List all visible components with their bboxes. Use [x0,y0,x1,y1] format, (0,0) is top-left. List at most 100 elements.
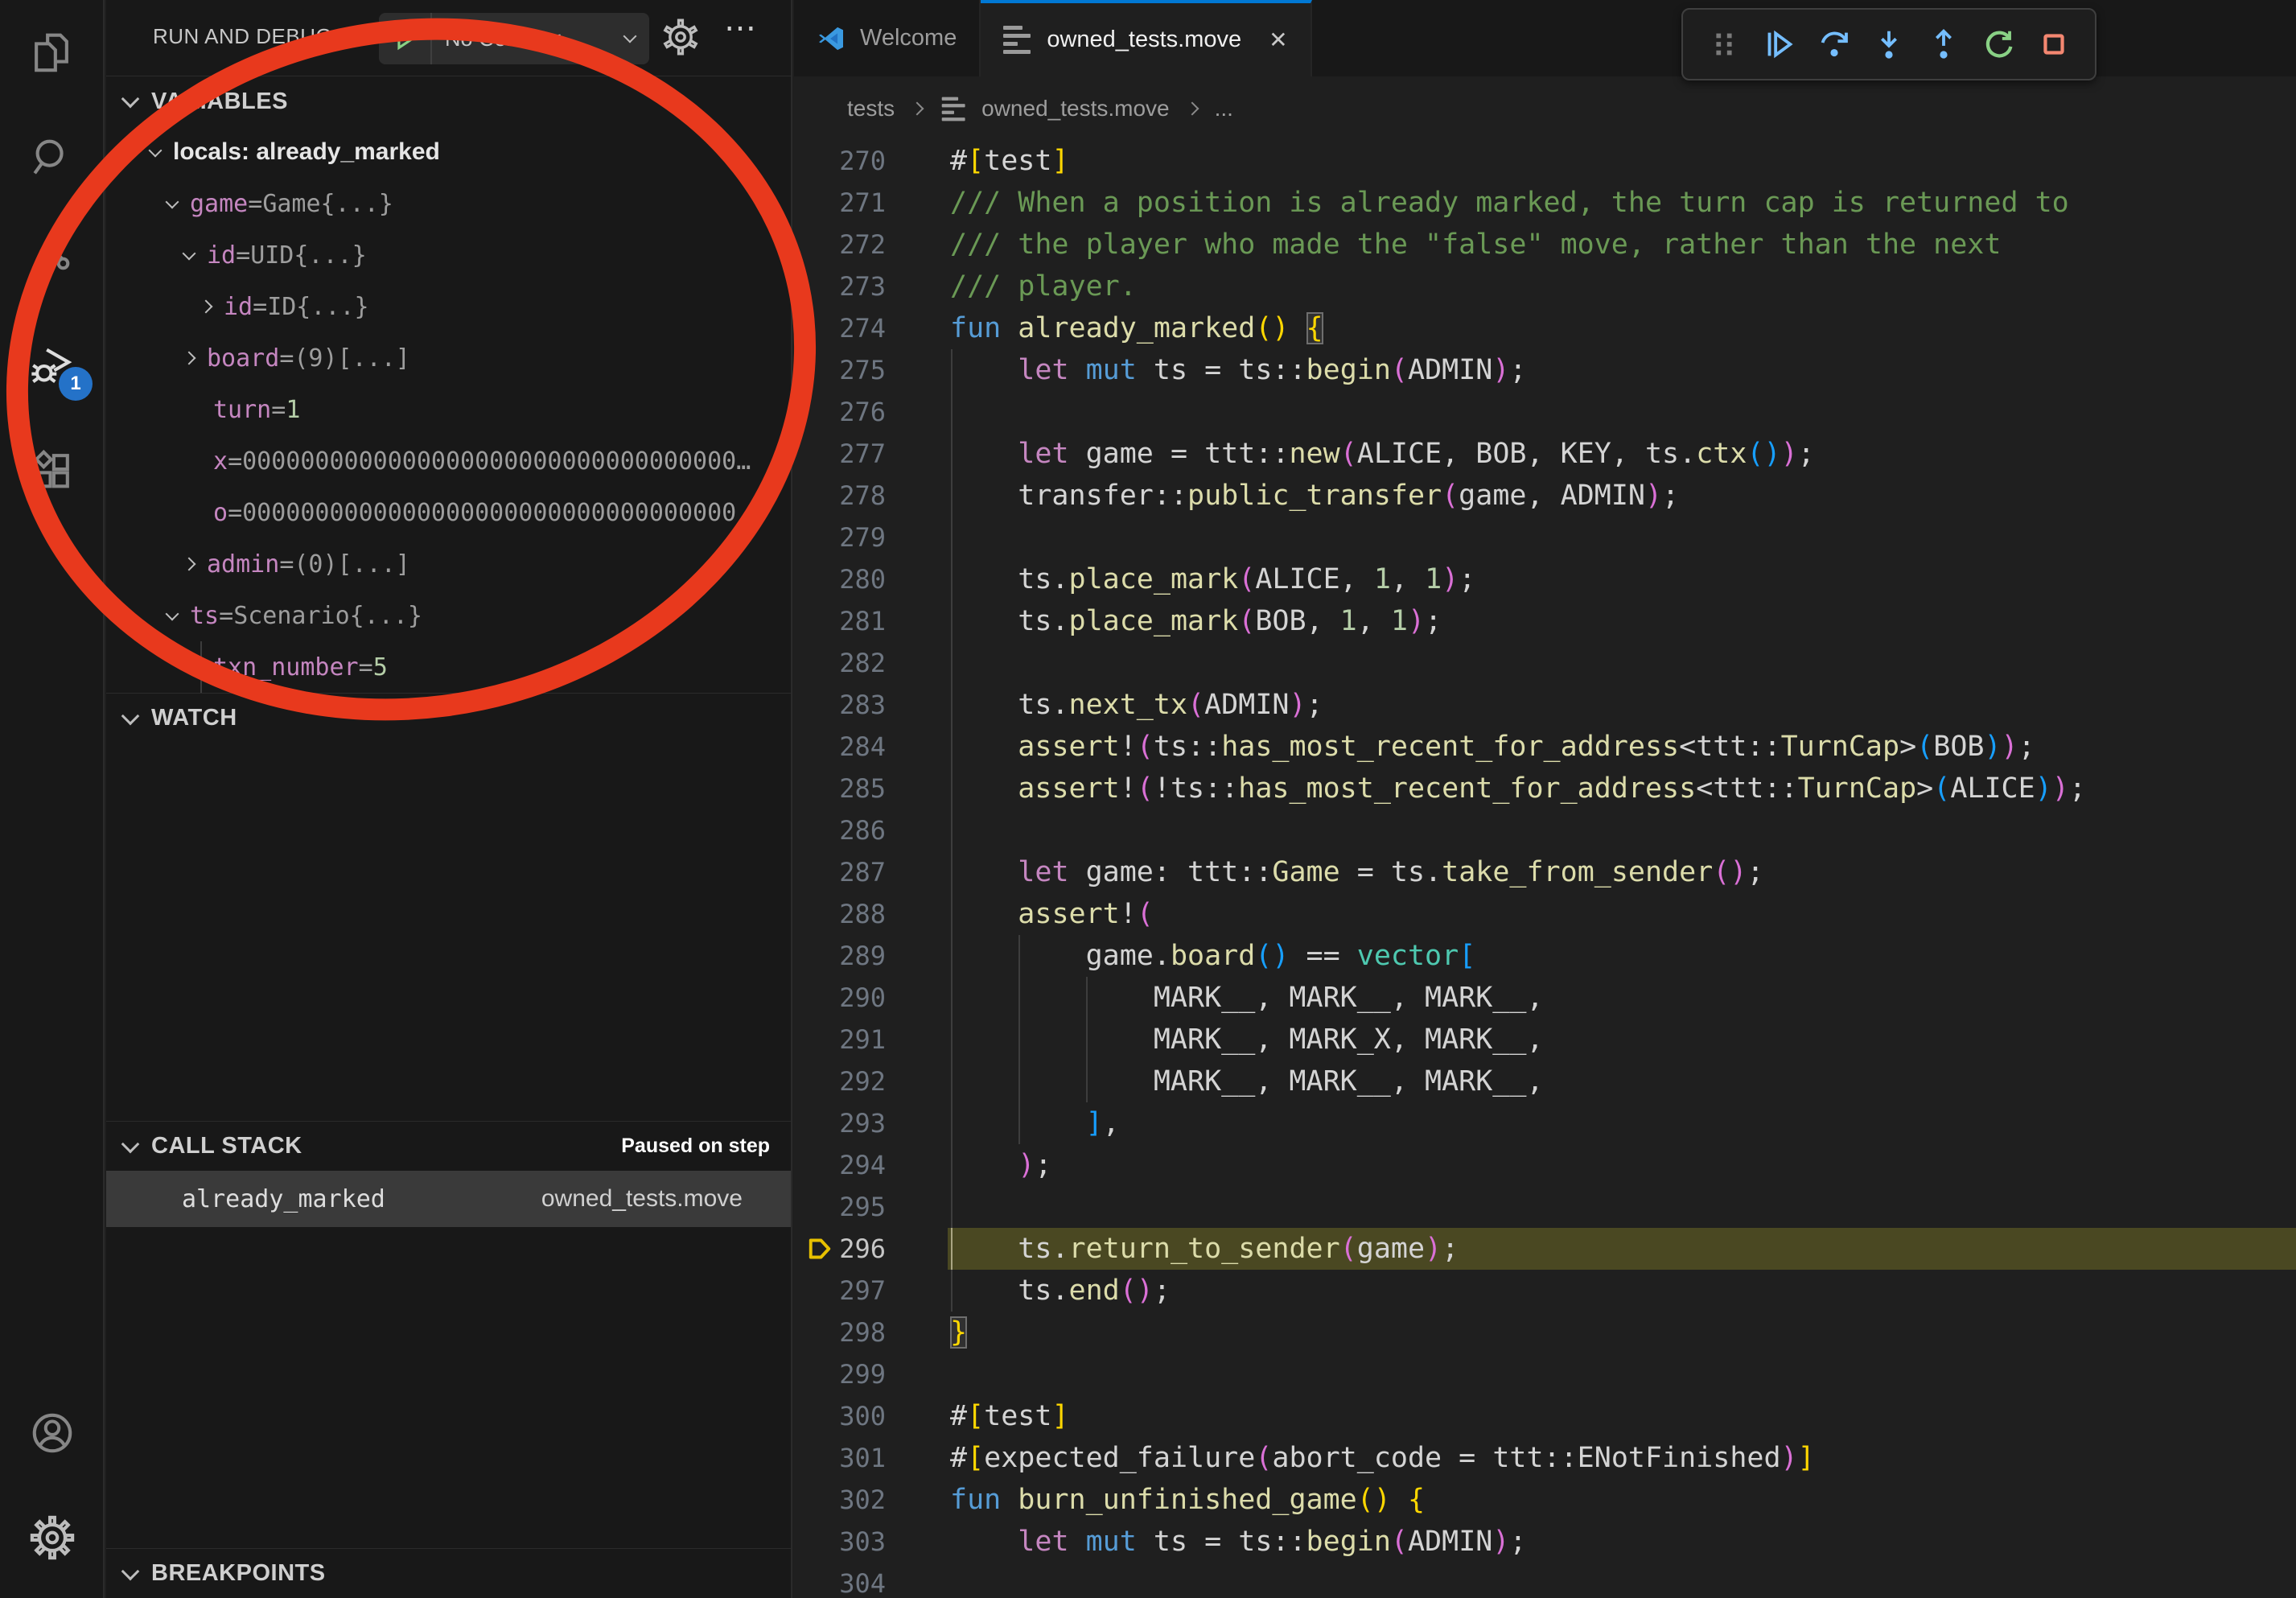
code-line[interactable]: 282 [794,642,2296,684]
close-tab-icon[interactable]: ✕ [1269,27,1287,53]
code-line[interactable]: 299 [794,1353,2296,1395]
variable-row[interactable]: locals: already_marked [106,126,791,178]
code-line[interactable]: 298} [794,1312,2296,1353]
stop-icon[interactable] [2031,21,2077,68]
code-text [948,642,2296,684]
breadcrumb-file[interactable]: owned_tests.move [981,96,1169,121]
chevron-down-icon[interactable] [166,196,179,209]
code-line[interactable]: 296 ts.return_to_sender(game); [794,1228,2296,1270]
call-stack-frame[interactable]: already_markedowned_tests.move [106,1171,791,1227]
line-number: 297 [794,1270,886,1312]
code-text: fun burn_unfinished_game() { [948,1479,2296,1521]
search-icon[interactable] [0,105,104,209]
code-line[interactable]: 270#[test] [794,140,2296,182]
line-number: 294 [794,1144,886,1186]
code-text: ); [948,1144,2296,1186]
code-line[interactable]: 294 ); [794,1144,2296,1186]
breakpoints-section-header[interactable]: BREAKPOINTS [106,1548,791,1598]
variable-row[interactable]: turn = 1 [106,384,791,435]
chevron-down-icon[interactable] [149,144,163,158]
variable-row[interactable]: x = 0000000000000000000000000000000000… [106,435,791,487]
line-number: 273 [794,266,886,307]
line-number: 301 [794,1437,886,1479]
variable-row[interactable]: ts = Scenario{...} [106,590,791,641]
launch-config-dropdown[interactable]: No Configur [379,13,649,64]
extensions-icon[interactable] [0,418,104,523]
code-line[interactable]: 303 let mut ts = ts::begin(ADMIN); [794,1521,2296,1563]
code-line[interactable]: 288 assert!( [794,893,2296,935]
code-line[interactable]: 273/// player. [794,266,2296,307]
variable-value: 0000000000000000000000000000000000. [242,499,751,527]
chevron-down-icon [121,1562,140,1580]
code-line[interactable]: 276 [794,391,2296,433]
code-text [948,391,2296,433]
tab-welcome[interactable]: Welcome [794,0,981,76]
code-line[interactable]: 284 assert!(ts::has_most_recent_for_addr… [794,726,2296,768]
debug-badge: 1 [59,367,93,401]
drag-grip-icon[interactable] [1701,21,1747,68]
code-line[interactable]: 286 [794,809,2296,851]
code-line[interactable]: 275 let mut ts = ts::begin(ADMIN); [794,349,2296,391]
code-line[interactable]: 278 transfer::public_transfer(game, ADMI… [794,475,2296,517]
step-out-icon[interactable] [1920,21,1967,68]
code-editor[interactable]: 270#[test]271/// When a position is alre… [794,140,2296,1598]
code-line[interactable]: 274fun already_marked() { [794,307,2296,349]
variable-row[interactable]: admin = (0)[...] [106,538,791,590]
variable-row[interactable]: txn_number = 5 [106,641,791,693]
paused-status-badge: Paused on step [621,1135,770,1158]
more-actions-icon[interactable]: ⋯ [724,10,759,47]
watch-section-header[interactable]: WATCH [106,693,791,743]
code-line[interactable]: 280 ts.place_mark(ALICE, 1, 1); [794,558,2296,600]
code-line[interactable]: 271/// When a position is already marked… [794,182,2296,224]
equals-sign: = [219,602,233,630]
debug-settings-gear-icon[interactable] [661,18,700,60]
variable-row[interactable]: id = UID{...} [106,229,791,281]
settings-gear-icon[interactable] [0,1485,105,1590]
code-line[interactable]: 272/// the player who made the "false" m… [794,224,2296,266]
chevron-right-icon[interactable] [200,300,213,314]
account-icon[interactable] [0,1381,105,1485]
source-control-icon[interactable] [0,209,104,314]
variable-row[interactable]: o = 0000000000000000000000000000000000. [106,487,791,538]
restart-icon[interactable] [1976,21,2022,68]
run-and-debug-icon[interactable]: 1 [0,314,104,418]
line-number: 293 [794,1102,886,1144]
chevron-right-icon[interactable] [183,352,196,365]
continue-icon[interactable] [1755,21,1802,68]
code-line[interactable]: 297 ts.end(); [794,1270,2296,1312]
code-line[interactable]: 301#[expected_failure(abort_code = ttt::… [794,1437,2296,1479]
code-line[interactable]: 281 ts.place_mark(BOB, 1, 1); [794,600,2296,642]
line-number: 277 [794,433,886,475]
equals-sign: = [236,241,250,270]
variable-row[interactable]: game = Game{...} [106,178,791,229]
code-line[interactable]: 283 ts.next_tx(ADMIN); [794,684,2296,726]
chevron-right-icon[interactable] [183,558,196,571]
explorer-icon[interactable] [0,0,104,105]
variable-row[interactable]: board = (9)[...] [106,332,791,384]
code-line[interactable]: 295 [794,1186,2296,1228]
code-text: ts.return_to_sender(game); [948,1228,2296,1270]
code-line[interactable]: 304 [794,1563,2296,1598]
step-into-icon[interactable] [1866,21,1912,68]
variables-section-header[interactable]: VARIABLES [106,76,791,126]
code-line[interactable]: 287 let game: ttt::Game = ts.take_from_s… [794,851,2296,893]
step-over-icon[interactable] [1811,21,1858,68]
code-line[interactable]: 302fun burn_unfinished_game() { [794,1479,2296,1521]
chevron-down-icon[interactable] [183,247,196,261]
variable-value: 1 [286,396,300,424]
code-line[interactable]: 285 assert!(!ts::has_most_recent_for_add… [794,768,2296,809]
chevron-down-icon[interactable] [166,607,179,621]
start-debug-icon[interactable] [379,13,432,64]
breadcrumb-tests[interactable]: tests [847,96,895,121]
code-line[interactable]: 277 let game = ttt::new(ALICE, BOB, KEY,… [794,433,2296,475]
sidebar-title: RUN AND DEBUG [153,24,332,49]
variable-row[interactable]: id = ID{...} [106,281,791,332]
breadcrumb-symbol[interactable]: ... [1215,96,1233,121]
code-line[interactable]: 300#[test] [794,1395,2296,1437]
code-text [948,517,2296,558]
equals-sign: = [279,550,294,579]
code-line[interactable]: 279 [794,517,2296,558]
variable-value: 0000000000000000000000000000000000… [242,447,751,476]
call-stack-section-header[interactable]: CALL STACK Paused on step [106,1121,791,1171]
tab-owned-tests-move[interactable]: owned_tests.move ✕ [981,0,1311,76]
